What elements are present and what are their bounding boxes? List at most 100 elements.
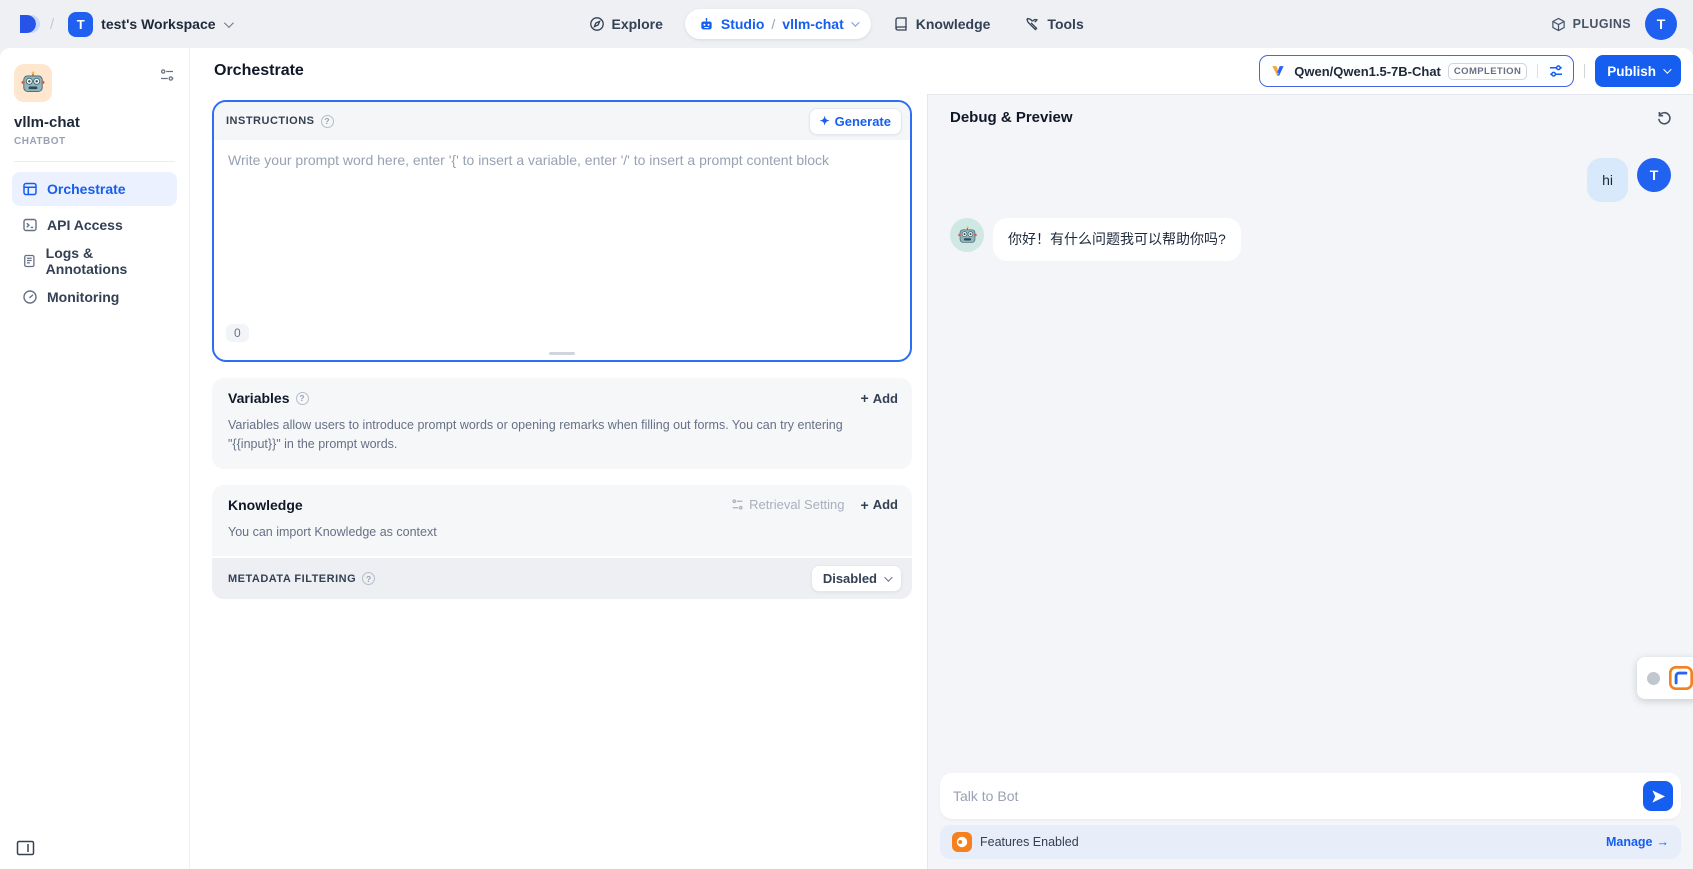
collapse-sidebar-button[interactable] [16, 840, 35, 859]
record-dot-icon [1647, 672, 1660, 685]
model-selector[interactable]: Qwen/Qwen1.5-7B-Chat COMPLETION [1259, 55, 1574, 87]
plugins-box-icon [1551, 17, 1566, 32]
user-chat-avatar: T [1637, 158, 1671, 192]
tab-explore-label: Explore [611, 16, 662, 32]
tools-icon [1024, 16, 1040, 32]
sidebar-item-label: Monitoring [47, 289, 119, 305]
content-row: INSTRUCTIONS ? ✦ Generate Write your pro… [190, 94, 1693, 869]
chat-input[interactable] [953, 788, 1643, 804]
publish-label: Publish [1607, 64, 1656, 79]
variables-section: Variables ? + Add Variables allow users … [212, 378, 912, 469]
debug-preview-panel: Debug & Preview hi T [927, 94, 1693, 869]
features-bar[interactable]: Features Enabled Manage → [940, 825, 1681, 859]
tab-knowledge[interactable]: Knowledge [881, 9, 1003, 39]
sidebar-item-logs-annotations[interactable]: Logs & Annotations [12, 244, 177, 278]
app-operations-icon[interactable] [159, 68, 175, 87]
tab-knowledge-label: Knowledge [916, 16, 991, 32]
robot-icon [957, 225, 978, 246]
model-parameters-icon[interactable] [1548, 63, 1564, 79]
api-access-icon [22, 217, 38, 233]
toolbar-right: Qwen/Qwen1.5-7B-Chat COMPLETION Publish [1259, 55, 1681, 87]
sidebar-item-monitoring[interactable]: Monitoring [12, 280, 177, 314]
metadata-filtering-title: METADATA FILTERING [228, 573, 356, 585]
generate-label: Generate [835, 114, 891, 129]
tab-studio-active[interactable]: Studio / vllm-chat [685, 9, 871, 39]
manage-label: Manage [1606, 835, 1653, 849]
primary-nav: Explore Studio / vllm-chat Knowledge Too… [576, 0, 1095, 48]
generate-button[interactable]: ✦ Generate [809, 108, 902, 135]
features-icon [952, 832, 972, 852]
pill-divider [1537, 64, 1538, 78]
instructions-footer: 0 [214, 318, 910, 360]
app-window: / T test's Workspace Explore Studio / vl… [0, 0, 1693, 869]
assistant-message-bubble: 你好！有什么问题我可以帮助你吗? [993, 218, 1241, 260]
app-sidebar: vllm-chat CHATBOT Orchestrate API Access… [0, 48, 190, 869]
app-info: vllm-chat CHATBOT [0, 48, 189, 147]
sparkle-icon: ✦ [820, 114, 830, 128]
retrieval-setting-label: Retrieval Setting [749, 497, 844, 512]
app-type-badge: CHATBOT [14, 136, 175, 147]
metadata-state-label: Disabled [823, 571, 877, 586]
dify-logo-icon[interactable] [16, 11, 42, 37]
publish-button[interactable]: Publish [1595, 55, 1681, 87]
chat-input-container [940, 773, 1681, 819]
arrow-right-icon: → [1657, 835, 1670, 849]
sidebar-app-name: vllm-chat [14, 114, 175, 131]
tab-tools[interactable]: Tools [1012, 9, 1095, 39]
current-app-name: vllm-chat [782, 16, 843, 32]
chevron-down-icon [884, 573, 892, 581]
app-icon[interactable] [14, 64, 52, 102]
metadata-filtering-row: METADATA FILTERING ? Disabled [212, 556, 912, 599]
debug-title: Debug & Preview [950, 109, 1073, 126]
debug-header: Debug & Preview [928, 95, 1693, 134]
top-nav: / T test's Workspace Explore Studio / vl… [0, 0, 1693, 48]
resize-handle[interactable] [549, 352, 575, 355]
restart-icon [1656, 109, 1673, 126]
studio-robot-icon [699, 17, 714, 32]
sidebar-divider [14, 161, 175, 162]
restart-conversation-button[interactable] [1656, 109, 1673, 126]
retrieval-setting-icon [731, 498, 744, 511]
send-button[interactable] [1643, 781, 1673, 811]
sidebar-item-orchestrate[interactable]: Orchestrate [12, 172, 177, 206]
knowledge-empty-text: You can import Knowledge as context [212, 521, 862, 556]
add-label: Add [873, 391, 898, 406]
orchestrate-icon [22, 181, 38, 197]
robot-icon [20, 70, 46, 96]
manage-features-link[interactable]: Manage → [1606, 835, 1669, 849]
user-avatar[interactable]: T [1645, 8, 1677, 40]
plugins-button[interactable]: PLUGINS [1551, 17, 1631, 32]
tab-explore[interactable]: Explore [576, 9, 674, 39]
vllm-logo-icon [1269, 62, 1287, 80]
add-variable-button[interactable]: + Add [861, 390, 898, 406]
studio-breadcrumb-separator: / [771, 16, 775, 32]
main-column: Orchestrate Qwen/Qwen1.5-7B-Chat COMPLET… [190, 48, 1693, 869]
help-icon[interactable]: ? [296, 392, 309, 405]
logs-icon [22, 253, 37, 269]
workspace-switcher[interactable]: T test's Workspace [62, 8, 236, 41]
chevron-down-icon [223, 18, 233, 28]
help-icon[interactable]: ? [321, 115, 334, 128]
knowledge-section: Knowledge Retrieval Setting + Add [212, 485, 912, 599]
sidebar-item-api-access[interactable]: API Access [12, 208, 177, 242]
add-label: Add [873, 497, 898, 512]
workspace-name: test's Workspace [101, 16, 215, 32]
monitoring-icon [22, 289, 38, 305]
breadcrumb-separator: / [50, 16, 54, 33]
chevron-down-icon [1663, 65, 1671, 73]
add-knowledge-button[interactable]: + Add [861, 497, 898, 513]
plus-icon: + [861, 390, 869, 406]
floating-extension-widget[interactable] [1637, 657, 1693, 699]
variables-description: Variables allow users to introduce promp… [212, 414, 862, 469]
variables-title: Variables [228, 390, 290, 406]
bot-chat-avatar [950, 218, 984, 252]
model-mode-badge: COMPLETION [1448, 63, 1527, 80]
retrieval-setting-button[interactable]: Retrieval Setting [731, 497, 844, 512]
model-name: Qwen/Qwen1.5-7B-Chat [1294, 64, 1441, 79]
help-icon[interactable]: ? [362, 572, 375, 585]
char-count-badge: 0 [226, 324, 249, 342]
metadata-filtering-toggle[interactable]: Disabled [811, 565, 902, 592]
features-label: Features Enabled [980, 835, 1079, 849]
prompt-editor[interactable]: Write your prompt word here, enter '{' t… [214, 140, 910, 318]
user-message-bubble: hi [1587, 158, 1628, 202]
